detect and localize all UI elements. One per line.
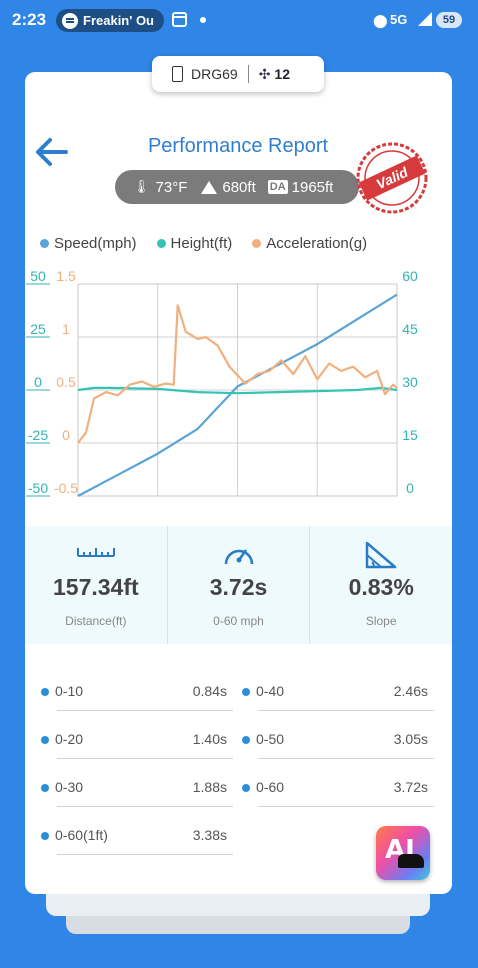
right-axis-tick: 0 xyxy=(406,480,414,496)
row-divider xyxy=(258,806,434,807)
metric-label: Distance(ft) xyxy=(65,614,127,628)
car-icon xyxy=(398,854,424,868)
left-axis-tick: 25 xyxy=(30,321,46,337)
metric-value: 157.34ft xyxy=(53,574,139,600)
phone-icon xyxy=(172,66,183,82)
metric-zero-sixty: 3.72s 0-60 mph xyxy=(168,526,311,644)
bullet-dot xyxy=(41,832,49,840)
split-label: 0-20 xyxy=(55,731,84,747)
split-label: 0-60(1ft) xyxy=(55,827,108,843)
split-value: 2.46s xyxy=(393,683,428,699)
divider xyxy=(247,65,249,83)
metric-label: 0-60 mph xyxy=(213,614,264,628)
split-label: 0-60 xyxy=(256,779,285,795)
split-value: 0.84s xyxy=(192,683,227,699)
left-axis2-tick: -0.5 xyxy=(54,480,78,496)
bullet-dot xyxy=(41,688,49,696)
bullet-dot xyxy=(41,784,49,792)
right-axis-tick: 15 xyxy=(402,427,418,443)
split-row: 0-30 1.88s xyxy=(41,779,233,809)
left-axis-tick: 0 xyxy=(34,374,42,390)
split-value: 3.05s xyxy=(393,731,428,747)
split-value: 3.38s xyxy=(192,827,227,843)
left-axis2-tick: 0.5 xyxy=(56,374,76,390)
left-axis2-tick: 1 xyxy=(62,321,70,337)
metrics-panel: 157.34ft Distance(ft) 3.72s 0-60 mph 0.8… xyxy=(25,526,452,644)
split-row: 0-20 1.40s xyxy=(41,731,233,761)
metric-label: Slope xyxy=(365,614,397,628)
metric-value: 3.72s xyxy=(209,574,268,600)
row-divider xyxy=(57,758,233,759)
right-axis-tick: 30 xyxy=(402,374,418,390)
split-label: 0-40 xyxy=(256,683,285,699)
slope-icon xyxy=(365,541,397,569)
split-value: 1.88s xyxy=(192,779,227,795)
split-row: 0-40 2.46s xyxy=(242,683,434,713)
right-axis-tick: 45 xyxy=(402,321,418,337)
metric-value: 0.83% xyxy=(348,574,414,600)
bullet-dot xyxy=(242,736,250,744)
split-value: 3.72s xyxy=(393,779,428,795)
row-divider xyxy=(57,854,233,855)
right-axis-tick: 60 xyxy=(402,268,418,284)
split-label: 0-50 xyxy=(256,731,285,747)
split-row: 0-50 3.05s xyxy=(242,731,434,761)
split-row: 0-60(1ft) 3.38s xyxy=(41,827,233,857)
bullet-dot xyxy=(242,784,250,792)
speedometer-icon xyxy=(224,549,253,565)
split-row: 0-60 3.72s xyxy=(242,779,434,809)
bullet-dot xyxy=(41,736,49,744)
ai-assistant-button[interactable]: AI xyxy=(376,826,430,880)
metric-slope: 0.83% Slope xyxy=(310,526,452,644)
left-axis2-tick: 0 xyxy=(62,427,70,443)
row-divider xyxy=(258,758,434,759)
device-badge[interactable]: DRG69 ✣ 12 xyxy=(152,56,324,92)
metric-distance: 157.34ft Distance(ft) xyxy=(25,526,168,644)
ruler-icon xyxy=(76,548,115,557)
row-divider xyxy=(258,710,434,711)
row-divider xyxy=(57,806,233,807)
split-label: 0-10 xyxy=(55,683,84,699)
left-axis-tick: -50 xyxy=(28,480,48,496)
split-label: 0-30 xyxy=(55,779,84,795)
left-axis-tick: -25 xyxy=(28,427,48,443)
left-axis-tick: 50 xyxy=(30,268,46,284)
row-divider xyxy=(57,710,233,711)
split-value: 1.40s xyxy=(192,731,227,747)
satellite-count: 12 xyxy=(274,66,290,82)
device-name: DRG69 xyxy=(191,66,238,82)
satellite-icon: ✣ xyxy=(258,65,271,82)
left-axis2-tick: 1.5 xyxy=(56,268,76,284)
bullet-dot xyxy=(242,688,250,696)
split-row: 0-10 0.84s xyxy=(41,683,233,713)
